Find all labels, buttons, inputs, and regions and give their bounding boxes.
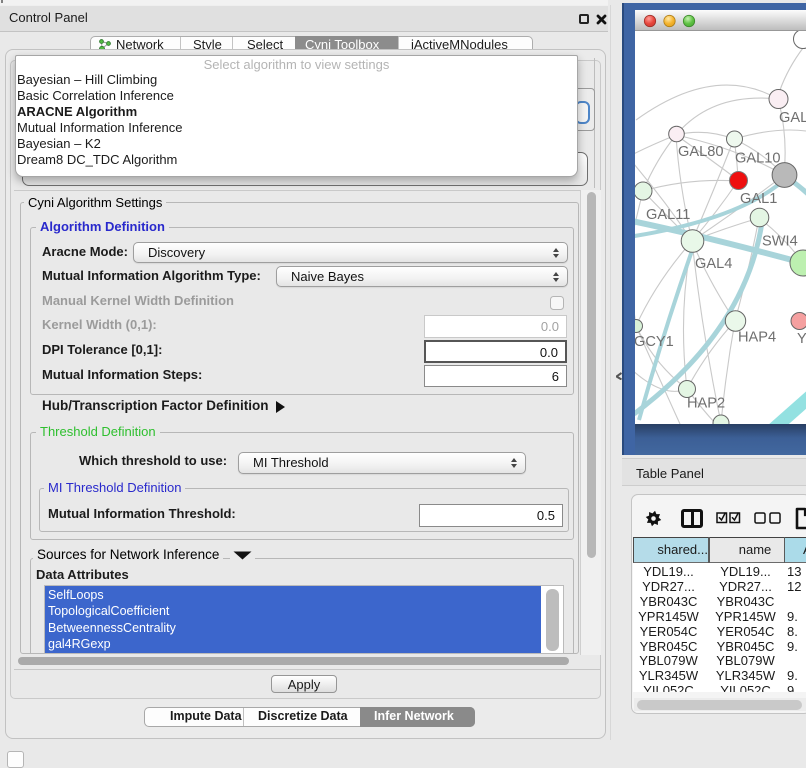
svg-text:HAP4: HAP4 (738, 330, 776, 346)
svg-text:HAP2: HAP2 (687, 396, 725, 412)
svg-text:GCY1: GCY1 (635, 334, 674, 350)
svg-text:GAL4: GAL4 (695, 256, 732, 272)
svg-text:GAL10: GAL10 (735, 151, 780, 167)
svg-text:GAL11: GAL11 (646, 207, 690, 223)
svg-text:GAL2: GAL2 (779, 110, 806, 126)
svg-text:GAL80: GAL80 (678, 144, 723, 160)
svg-text:GAL1: GAL1 (740, 191, 777, 207)
svg-text:Y: Y (797, 331, 806, 347)
svg-text:SWI4: SWI4 (762, 234, 798, 250)
